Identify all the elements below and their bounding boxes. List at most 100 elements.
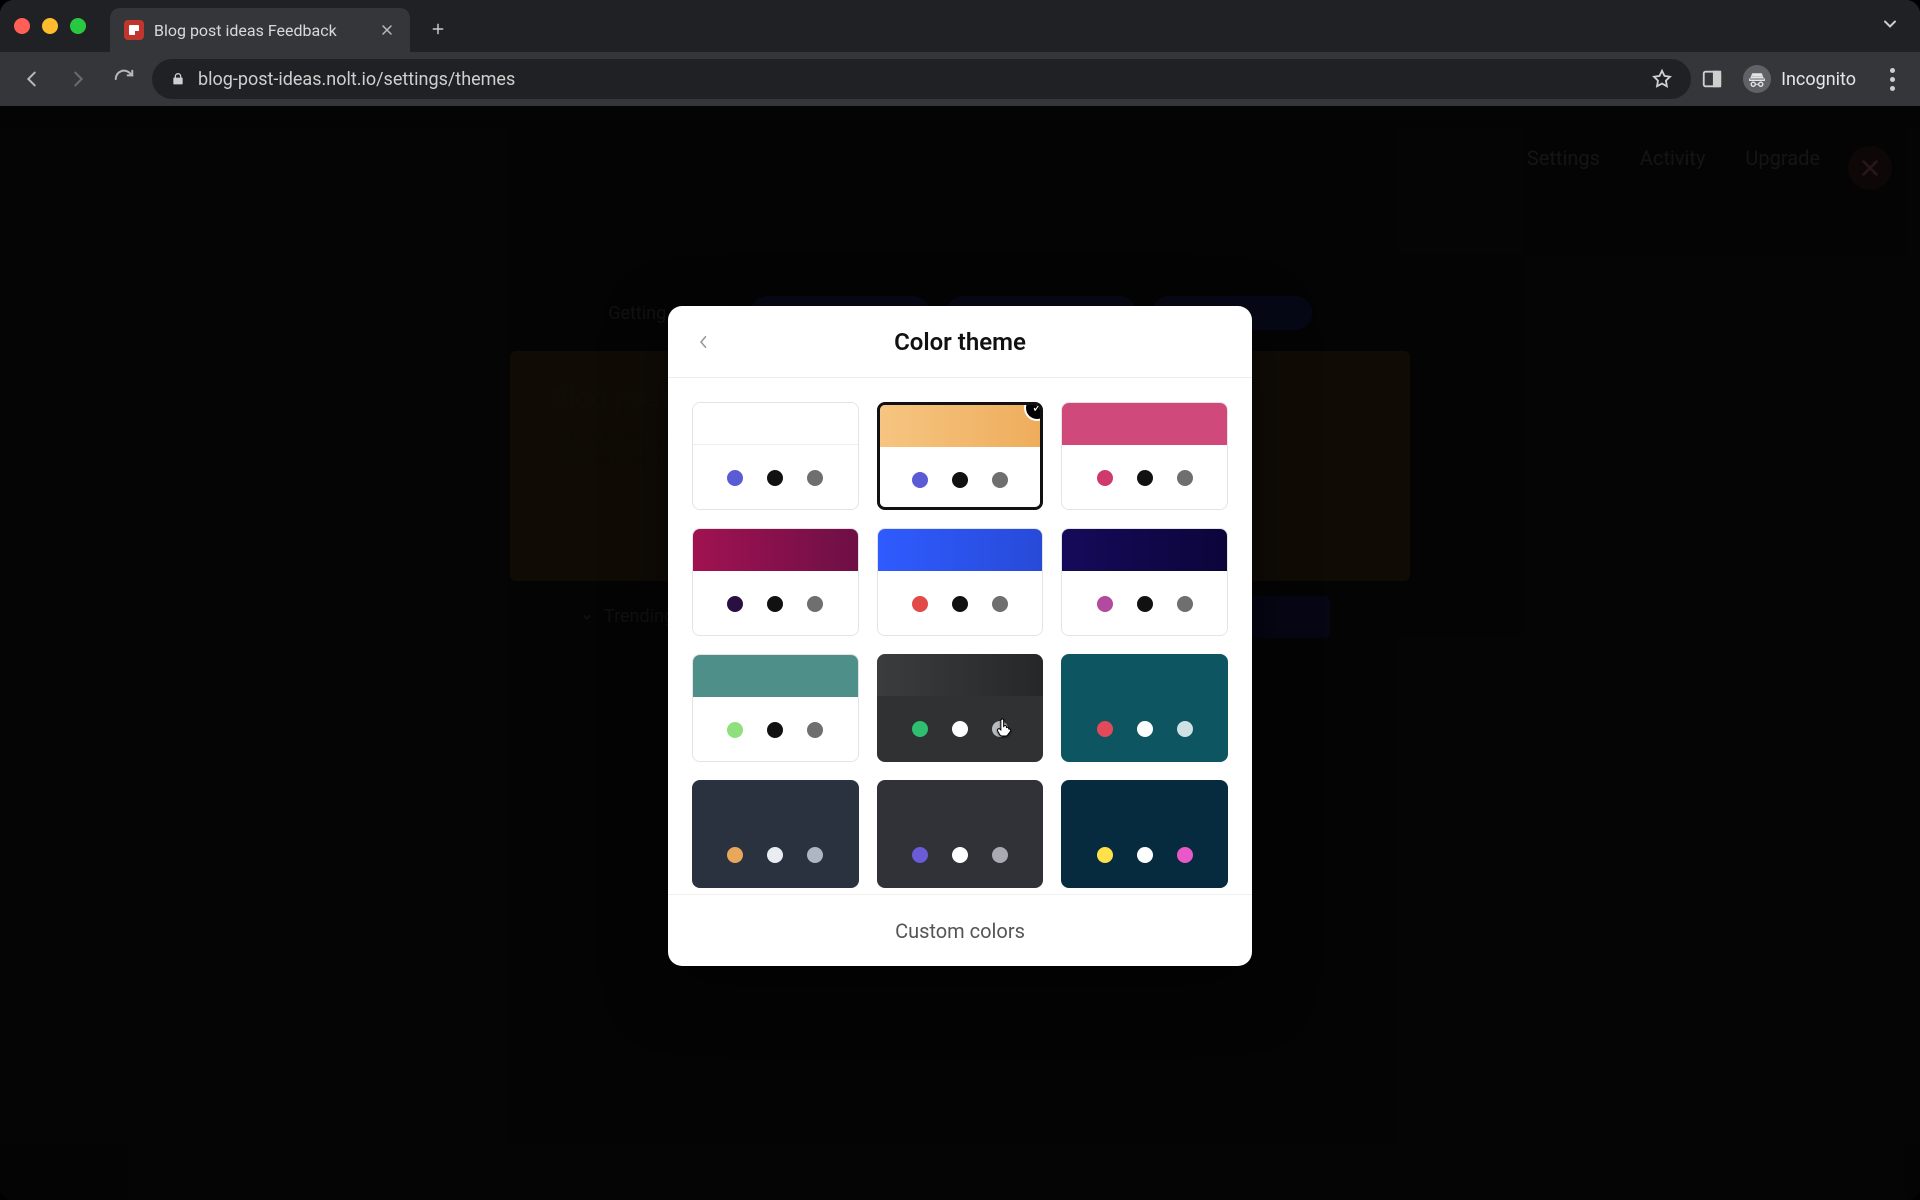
theme-dot <box>727 722 743 738</box>
theme-body-swatch <box>693 697 858 762</box>
theme-dot <box>992 596 1008 612</box>
theme-dot <box>1137 470 1153 486</box>
tab-overflow-button[interactable] <box>1880 14 1900 38</box>
nav-forward-button[interactable] <box>60 61 96 97</box>
modal-overlay[interactable]: Color theme ✓ Custom colors <box>0 106 1920 1200</box>
url-text: blog-post-ideas.nolt.io/settings/themes <box>198 69 515 90</box>
theme-dot <box>1097 847 1113 863</box>
theme-option[interactable] <box>692 780 859 888</box>
theme-dot <box>807 722 823 738</box>
theme-option[interactable]: ✓ <box>877 402 1044 510</box>
tab-favicon <box>124 20 144 40</box>
theme-dot <box>767 596 783 612</box>
theme-dot <box>767 847 783 863</box>
theme-grid: ✓ <box>668 378 1252 894</box>
theme-option[interactable] <box>692 402 859 510</box>
theme-body-swatch <box>1061 696 1228 762</box>
theme-header-swatch <box>693 655 858 697</box>
window-close-button[interactable] <box>14 18 30 34</box>
theme-dot <box>952 596 968 612</box>
theme-body-swatch <box>693 445 858 510</box>
theme-dot <box>767 470 783 486</box>
theme-dot <box>912 721 928 737</box>
incognito-indicator[interactable]: Incognito <box>1743 65 1856 93</box>
new-tab-button[interactable] <box>420 11 456 47</box>
theme-dot <box>727 596 743 612</box>
theme-dot <box>1097 470 1113 486</box>
modal-title: Color theme <box>894 328 1026 356</box>
browser-tab[interactable]: Blog post ideas Feedback <box>110 8 410 52</box>
theme-header-swatch <box>878 529 1043 571</box>
theme-body-swatch <box>1062 571 1227 636</box>
theme-body-swatch <box>1062 445 1227 510</box>
modal-header: Color theme <box>668 306 1252 378</box>
theme-dot <box>807 847 823 863</box>
theme-header-swatch <box>1061 654 1228 696</box>
incognito-label: Incognito <box>1781 69 1856 90</box>
theme-dot <box>1177 470 1193 486</box>
theme-body-swatch <box>877 696 1044 762</box>
tab-strip: Blog post ideas Feedback <box>0 0 1920 52</box>
page-viewport: Settings Activity Upgrade Getting starte… <box>0 106 1920 1200</box>
theme-body-swatch <box>877 822 1044 888</box>
lock-icon <box>170 71 186 87</box>
theme-header-swatch <box>1061 780 1228 822</box>
theme-dot <box>992 472 1008 488</box>
window-minimize-button[interactable] <box>42 18 58 34</box>
theme-option[interactable] <box>1061 402 1228 510</box>
address-bar[interactable]: blog-post-ideas.nolt.io/settings/themes <box>152 59 1691 99</box>
theme-option[interactable] <box>692 654 859 762</box>
theme-option[interactable] <box>1061 780 1228 888</box>
custom-colors-button[interactable]: Custom colors <box>668 894 1252 966</box>
window-controls <box>14 18 86 34</box>
theme-option[interactable] <box>1061 528 1228 636</box>
theme-dot <box>952 721 968 737</box>
theme-dot <box>1137 721 1153 737</box>
theme-dot <box>1137 596 1153 612</box>
theme-dot <box>1097 721 1113 737</box>
theme-dot <box>912 847 928 863</box>
browser-menu-button[interactable] <box>1878 68 1906 91</box>
bookmark-icon[interactable] <box>1651 68 1673 90</box>
theme-dot <box>807 596 823 612</box>
tab-close-button[interactable] <box>378 21 396 39</box>
theme-option[interactable] <box>692 528 859 636</box>
theme-option[interactable] <box>877 780 1044 888</box>
theme-dot <box>992 847 1008 863</box>
theme-header-swatch <box>693 403 858 445</box>
theme-dot <box>992 721 1008 737</box>
theme-body-swatch <box>1061 822 1228 888</box>
theme-dot <box>1177 847 1193 863</box>
theme-option[interactable] <box>877 528 1044 636</box>
side-panel-icon[interactable] <box>1701 68 1723 90</box>
theme-option[interactable] <box>1061 654 1228 762</box>
theme-dot <box>1137 847 1153 863</box>
theme-body-swatch <box>878 571 1043 636</box>
modal-back-button[interactable] <box>690 328 718 356</box>
nav-back-button[interactable] <box>14 61 50 97</box>
theme-dot <box>912 472 928 488</box>
theme-header-swatch <box>692 780 859 822</box>
browser-window: Blog post ideas Feedback blog-post-ideas… <box>0 0 1920 1200</box>
theme-option[interactable] <box>877 654 1044 762</box>
theme-dot <box>912 596 928 612</box>
toolbar: blog-post-ideas.nolt.io/settings/themes … <box>0 52 1920 106</box>
theme-dot <box>952 472 968 488</box>
theme-dot <box>767 722 783 738</box>
theme-header-swatch <box>877 780 1044 822</box>
theme-body-swatch <box>692 822 859 888</box>
tab-title: Blog post ideas Feedback <box>154 21 337 40</box>
theme-dot <box>1097 596 1113 612</box>
theme-dot <box>727 847 743 863</box>
color-theme-modal: Color theme ✓ Custom colors <box>668 306 1252 966</box>
theme-header-swatch <box>1062 529 1227 571</box>
theme-dot <box>727 470 743 486</box>
incognito-icon <box>1743 65 1771 93</box>
theme-header-swatch <box>877 654 1044 696</box>
theme-body-swatch <box>880 447 1041 510</box>
theme-dot <box>807 470 823 486</box>
theme-dot <box>952 847 968 863</box>
theme-body-swatch <box>693 571 858 636</box>
window-zoom-button[interactable] <box>70 18 86 34</box>
nav-reload-button[interactable] <box>106 61 142 97</box>
